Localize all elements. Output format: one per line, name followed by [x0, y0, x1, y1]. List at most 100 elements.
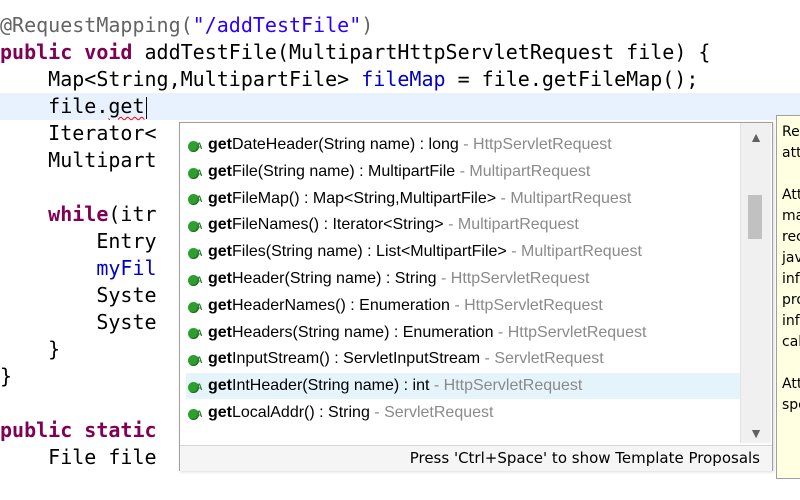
doc-text-line: Att: [782, 187, 800, 203]
doc-text-line: Re: [782, 124, 800, 140]
code-token: public: [0, 40, 73, 64]
code-line[interactable]: @RequestMapping("/addTestFile"): [0, 12, 800, 39]
doc-text-line: att: [782, 145, 800, 161]
code-token: Syste: [0, 283, 157, 307]
code-token: addTestFile(MultipartHttpServletRequest …: [132, 40, 711, 64]
doc-text-line: ma: [782, 208, 800, 224]
proposal-item[interactable]: AgetDateHeader(String name) : long - Htt…: [186, 132, 740, 158]
doc-text-line: spe: [782, 397, 800, 413]
proposal-signature: () : Iterator<String>: [308, 216, 444, 234]
public-method-icon: A: [188, 165, 203, 179]
doc-text-line: inf: [782, 271, 800, 287]
proposal-name: getFiles: [208, 243, 266, 261]
matched-prefix: get: [208, 270, 232, 287]
proposal-signature: () : String: [304, 404, 370, 421]
proposal-declaring-type: HttpServletRequest: [464, 296, 603, 314]
proposal-separator: -: [458, 136, 474, 153]
public-method-icon: A: [188, 272, 203, 286]
proposal-declaring-type: HttpServletRequest: [443, 377, 583, 395]
proposal-declaring-type: MultipartRequest: [520, 243, 642, 261]
proposal-item[interactable]: AgetFileMap() : Map<String,MultipartFile…: [186, 186, 740, 212]
code-token: }: [0, 337, 61, 361]
scroll-up-icon[interactable]: ▲: [741, 127, 771, 147]
code-token: file.: [0, 94, 109, 118]
proposal-name: getIntHeader: [208, 377, 303, 395]
proposal-signature: (String name) : String: [284, 270, 437, 287]
scroll-down-icon[interactable]: ▼: [741, 423, 771, 443]
proposal-item-selected[interactable]: AgetIntHeader(String name) : int - HttpS…: [186, 373, 740, 400]
proposal-separator: -: [443, 216, 458, 234]
matched-prefix: get: [208, 323, 232, 341]
proposal-name: getLocalAddr: [208, 404, 305, 421]
template-proposals-hint[interactable]: Press 'Ctrl+Space' to show Template Prop…: [410, 449, 760, 467]
proposal-name: getDateHeader: [208, 136, 319, 153]
code-line[interactable]: public void addTestFile(MultipartHttpSer…: [0, 39, 800, 66]
proposal-declaring-type: MultipartRequest: [510, 189, 632, 207]
proposal-declaring-type: HttpServletRequest: [450, 270, 590, 287]
proposal-item[interactable]: AgetHeaderNames() : Enumeration - HttpSe…: [186, 293, 740, 319]
proposal-name: getFileMap: [208, 189, 289, 207]
proposal-name: getFileNames: [208, 216, 309, 234]
code-line[interactable]: Map<String,MultipartFile> fileMap = file…: [0, 66, 800, 93]
matched-prefix: get: [208, 136, 232, 153]
code-token: Map<String,MultipartFile>: [0, 67, 362, 91]
code-token: ): [361, 13, 374, 37]
proposal-declaring-type: HttpServletRequest: [473, 136, 612, 153]
doc-text-line: inf: [782, 313, 800, 329]
matched-prefix: get: [208, 377, 232, 395]
proposal-separator: -: [429, 377, 444, 395]
javadoc-hover-panel: Re att Att ma rec jav inf pro inf cal Att spe: [776, 115, 800, 479]
proposal-scrollbar[interactable]: ▲ ▼: [740, 123, 771, 443]
proposal-name: getFile: [208, 162, 258, 180]
proposal-item[interactable]: AgetLocalAddr() : String - ServletReques…: [186, 400, 740, 426]
scrollbar-thumb[interactable]: [748, 195, 762, 239]
proposal-separator: -: [496, 189, 511, 207]
proposal-name: getHeader: [208, 270, 285, 287]
public-method-icon: A: [188, 299, 203, 313]
proposal-list[interactable]: AgetDateHeader(String name) : long - Htt…: [180, 123, 740, 443]
matched-prefix: get: [208, 162, 232, 180]
proposal-separator: -: [436, 270, 451, 287]
proposal-signature: (String name) : long: [318, 136, 459, 153]
code-token: Syste: [0, 310, 157, 334]
proposal-separator: -: [493, 323, 508, 341]
code-token: fileMap: [361, 67, 446, 91]
public-method-icon: A: [188, 245, 203, 259]
proposal-name: getInputStream: [208, 350, 320, 368]
proposal-item[interactable]: AgetFile(String name) : MultipartFile - …: [186, 159, 740, 185]
proposal-declaring-type: MultipartRequest: [457, 216, 579, 234]
matched-prefix: get: [208, 404, 232, 421]
code-token: Entry: [0, 229, 157, 253]
matched-prefix: get: [208, 189, 232, 207]
doc-text-line: pro: [782, 292, 800, 308]
doc-text-line: rec: [782, 229, 800, 245]
current-code-line[interactable]: file.get: [0, 93, 800, 120]
proposal-name: getHeaderNames: [208, 296, 336, 314]
code-token: while: [48, 202, 109, 226]
proposal-declaring-type: ServletRequest: [494, 350, 604, 368]
doc-text-line: jav: [782, 250, 800, 266]
public-method-icon: A: [188, 406, 203, 420]
proposal-signature: () : ServletInputStream: [319, 350, 481, 368]
proposal-item[interactable]: AgetInputStream() : ServletInputStream -…: [186, 346, 740, 372]
public-method-icon: A: [188, 352, 203, 367]
proposal-signature: (String name) : int: [302, 377, 430, 395]
proposal-separator: -: [449, 296, 465, 314]
code-token: void: [84, 40, 133, 64]
proposal-item[interactable]: AgetHeader(String name) : String - HttpS…: [186, 266, 740, 292]
code-token: myFil: [96, 256, 157, 280]
text-caret: [145, 96, 147, 119]
proposal-declaring-type: ServletRequest: [384, 404, 494, 421]
proposal-item[interactable]: AgetFiles(String name) : List<MultipartF…: [186, 239, 740, 265]
proposal-item[interactable]: AgetHeaders(String name) : Enumeration -…: [186, 320, 740, 346]
proposal-declaring-type: MultipartRequest: [469, 162, 591, 180]
code-token: (itr: [108, 202, 157, 226]
public-method-icon: A: [188, 379, 203, 393]
doc-text-line: cal: [782, 334, 800, 350]
proposal-name: getHeaders: [208, 323, 293, 341]
popup-footer: Press 'Ctrl+Space' to show Template Prop…: [180, 445, 772, 471]
matched-prefix: get: [208, 350, 232, 368]
proposal-item[interactable]: AgetFileNames() : Iterator<String> - Mul…: [186, 212, 740, 238]
proposal-signature: (String name) : List<MultipartFile>: [265, 243, 507, 261]
